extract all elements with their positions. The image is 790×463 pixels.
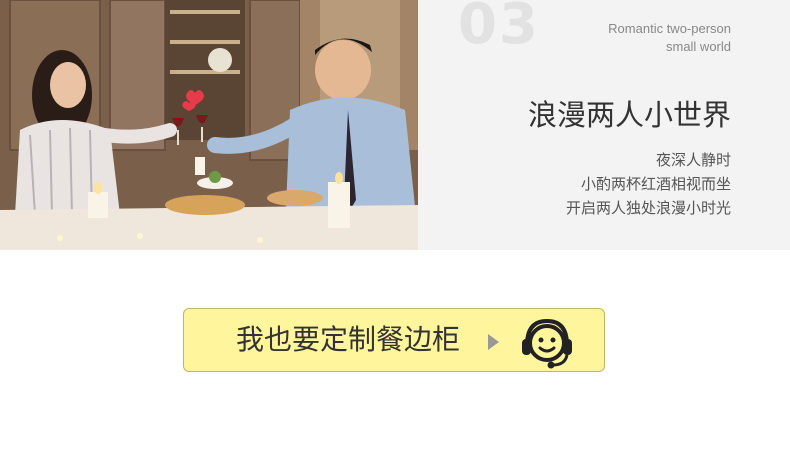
play-triangle-icon — [488, 334, 499, 350]
english-subtitle-line-1: Romantic two-person — [608, 21, 731, 36]
english-subtitle-line-2: small world — [665, 39, 731, 54]
photo-illustration — [0, 0, 418, 250]
english-subtitle: Romantic two-person small world — [608, 20, 731, 56]
customer-service-headset-icon — [522, 318, 572, 369]
feature-banner: 03 Romantic two-person small world 浪漫两人小… — [0, 0, 790, 250]
section-info-panel: 03 Romantic two-person small world 浪漫两人小… — [418, 0, 790, 250]
description-line-2: 小酌两杯红酒相视而坐 — [580, 175, 731, 193]
customize-sideboard-button[interactable]: 我也要定制餐边柜 — [183, 308, 605, 372]
section-description: 夜深人静时 小酌两杯红酒相视而坐 开启两人独处浪漫小时光 — [566, 148, 731, 220]
description-line-1: 夜深人静时 — [655, 151, 731, 169]
customize-sideboard-label: 我也要定制餐边柜 — [236, 323, 461, 356]
section-title: 浪漫两人小世界 — [527, 98, 731, 132]
description-line-3: 开启两人独处浪漫小时光 — [565, 199, 731, 217]
couple-dinner-photo — [0, 0, 418, 250]
section-number: 03 — [458, 0, 540, 57]
